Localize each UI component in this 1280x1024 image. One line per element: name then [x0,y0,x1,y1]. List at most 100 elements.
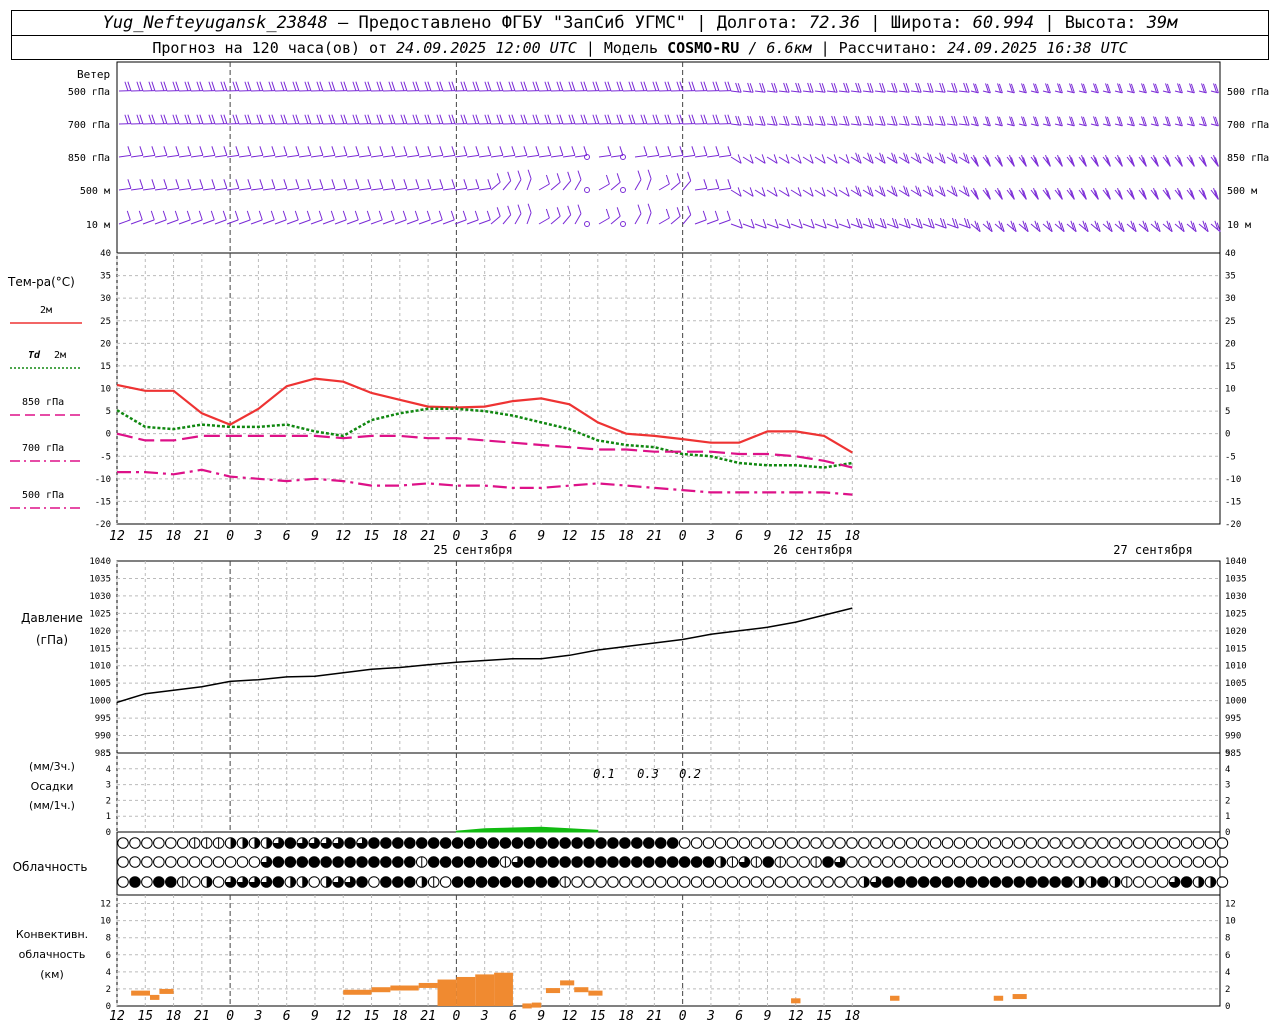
cloud-cover-fill [290,876,296,888]
wind-barb-feather [508,114,513,124]
cloud-cover-symbol [917,856,930,868]
wind-barb [706,187,719,191]
wind-barb-feather [604,114,609,124]
wind-barb [1018,90,1027,94]
wind-barb-feather [295,81,300,91]
wind-barb [610,181,621,191]
wind-barb [526,154,539,158]
cloud-cover-symbol [1013,856,1026,868]
wind-barb-feather [340,114,345,124]
cloud-cover-symbol [344,856,356,868]
wind-barb [670,154,683,158]
wind-barb [1186,123,1195,127]
wind-barb-feather [583,81,588,91]
wind-barb-feather [391,81,396,91]
cloud-cover-symbol [404,856,416,868]
wind-barb-feather [616,114,621,124]
cloud-cover-symbol [475,837,488,849]
wind-barb-feather [487,114,492,124]
wind-barb-feather [235,81,240,91]
cloud-cover-symbol [1097,837,1109,849]
wind-barb [514,179,522,191]
wind-barb-feather [667,114,672,124]
cloud-cover-symbol [595,837,607,849]
hour-label-bottom: 18 [618,1009,634,1024]
wind-barb [718,187,731,191]
wind-barb-feather [568,114,573,124]
conv-tick-right: 8 [1225,934,1230,944]
wind-barb-feather [319,114,324,124]
wind-barb-feather [232,114,237,124]
hour-label: 12 [109,529,125,544]
pressure-tick-right: 990 [1225,732,1241,742]
cloud-cover-symbol [798,837,810,849]
wind-barb [958,123,970,126]
wind-barb [118,154,131,158]
cloud-cover-symbol [499,876,512,888]
wind-barb-feather [616,173,621,183]
wind-barb [562,214,572,225]
cloud-cover-symbol [834,837,846,849]
hour-label-bottom: 18 [392,1009,408,1024]
wind-barb [634,213,642,225]
wind-barb-feather [496,81,501,91]
wind-barb-feather [415,114,420,124]
hour-label: 21 [194,529,210,544]
wind-barb [1030,90,1039,94]
wind-barb [1138,123,1147,127]
wind-barb-feather [715,81,720,91]
cloud-cover-symbol [905,876,918,888]
wind-barb [262,219,275,225]
cloud-cover-symbol [858,856,870,868]
wind-barb-feather [700,114,705,124]
wind-barb [694,187,707,191]
cloud-cover-symbol [1192,856,1205,868]
wind-barb [274,219,287,225]
conv-cloud-bar [531,1002,542,1008]
cloud-cover-symbol [176,856,189,868]
cloud-cover-symbol [1109,856,1121,868]
wind-barb-feather [220,81,225,91]
wind-barb [730,123,742,126]
cloud-cover-symbol [654,837,667,849]
wind-barb-feather [258,210,263,221]
wind-barb-feather [676,114,681,124]
wind-barb [178,219,191,225]
cloud-cover-symbol [129,837,141,849]
wind-barb-feather [438,210,443,221]
wind-barb-feather [355,179,360,189]
precip-unit-3h: (мм/3ч.) [29,760,75,773]
cloud-cover-symbol [786,837,799,849]
wind-barb [754,90,766,93]
wind-barb [118,219,131,225]
wind-barb-feather [655,81,660,91]
wind-barb-feather [148,114,153,124]
wind-barb-feather [208,114,213,124]
wind-calm-mark [620,187,626,193]
wind-barb-feather [607,81,612,91]
wind-barb [922,123,934,126]
wind-barb-feather [592,81,597,91]
hour-label-bottom: 9 [537,1009,545,1024]
hour-label-bottom: 15 [590,1009,606,1024]
wind-barb-feather [628,81,633,91]
wind-barb [790,123,802,126]
cloud-cover-symbol [941,856,954,868]
cloud-cover-symbol [188,876,201,888]
cloud-cover-symbol [1132,876,1145,888]
temp-tick-left: -15 [95,497,111,507]
wind-barb-feather [436,81,441,91]
wind-barb-feather [643,81,648,91]
wind-barb [814,123,826,126]
conv-cloud-bar [390,985,419,991]
wind-barb-feather [184,114,189,124]
cloud-cover-symbol [1061,837,1073,849]
wind-calm-mark [584,187,590,193]
cloud-cover-symbol [989,837,1002,849]
wind-barb [430,187,443,191]
cloud-cover-symbol [690,876,703,888]
wind-barb-feather [127,146,132,156]
wind-barb-feather [139,179,144,189]
wind-barb [1078,90,1087,94]
wind-barb [286,154,299,158]
